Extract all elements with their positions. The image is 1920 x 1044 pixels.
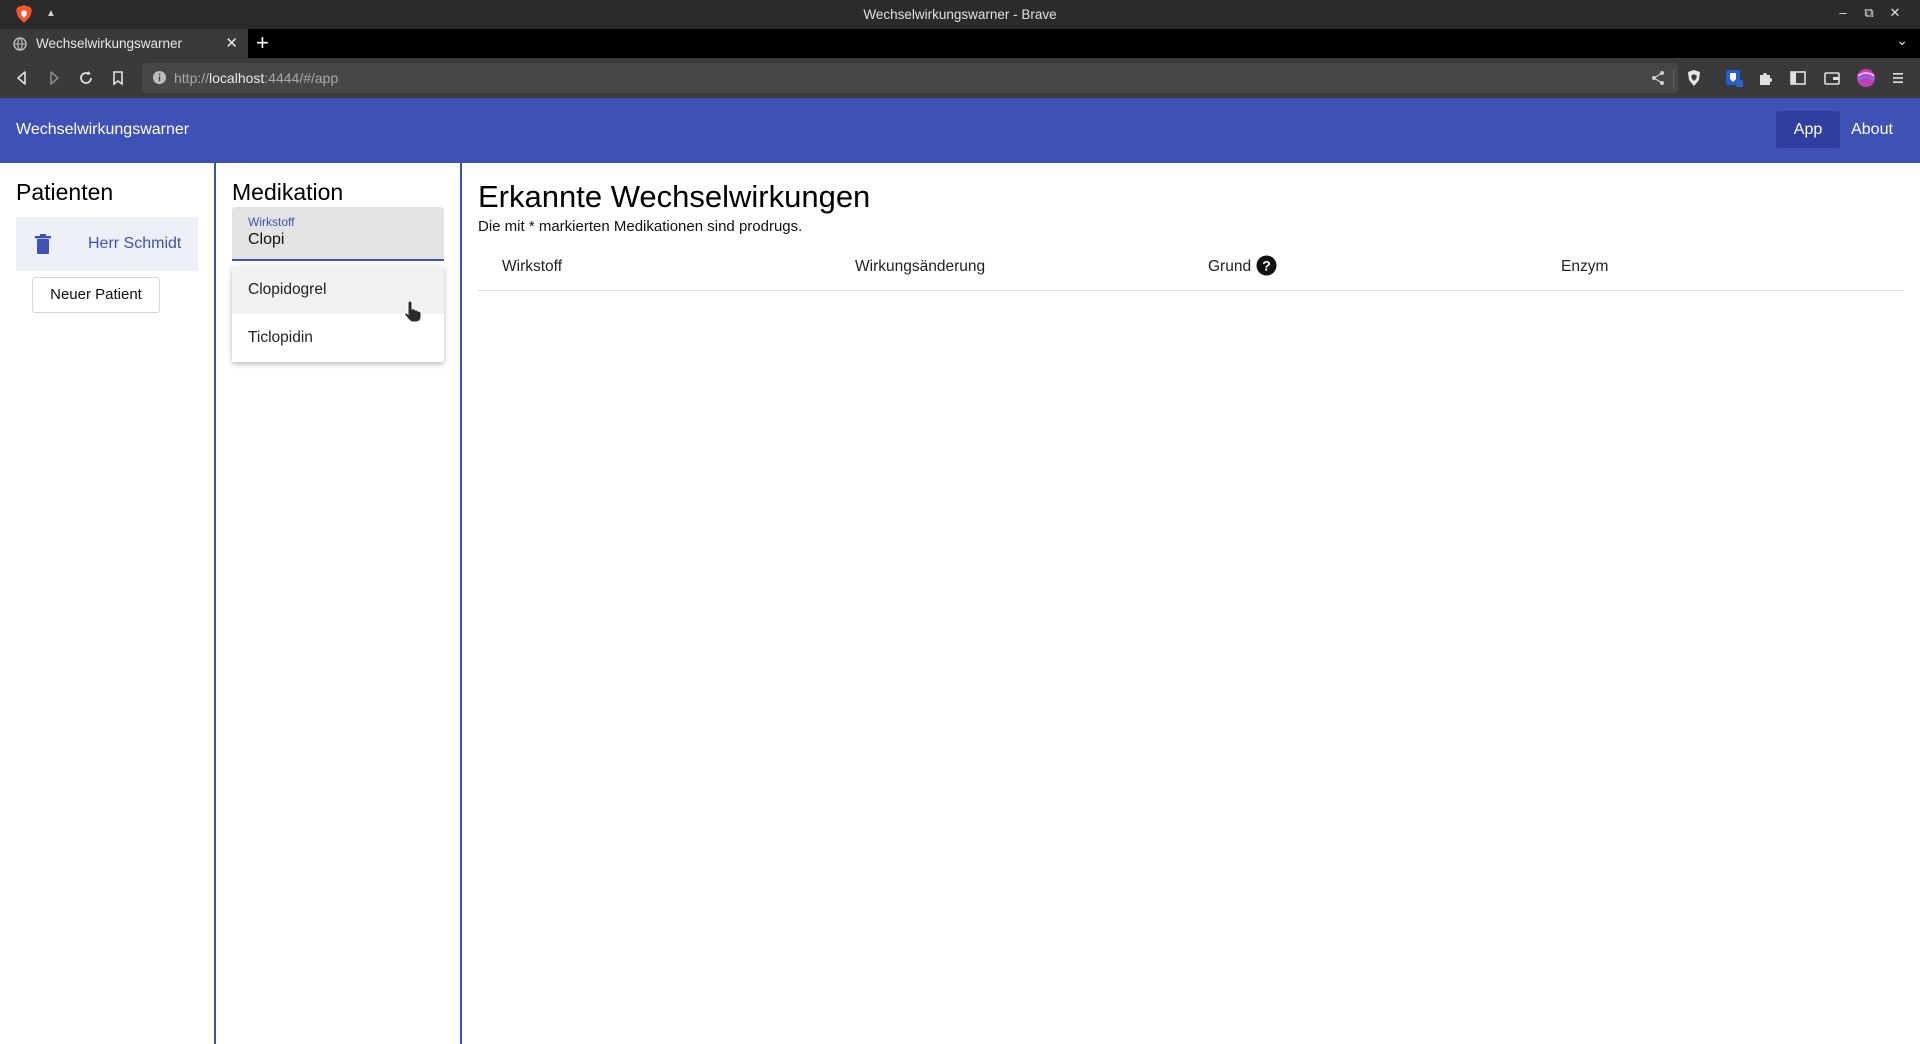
app-toolbar: Wechselwirkungswarner App About — [0, 98, 1920, 163]
share-icon[interactable] — [1650, 70, 1666, 86]
wallet-icon[interactable] — [1822, 68, 1842, 88]
minimize-icon[interactable]: – — [1834, 5, 1852, 20]
medication-heading: Medikation — [232, 179, 344, 205]
interactions-heading: Erkannte Wechselwirkungen — [478, 179, 871, 214]
url-text[interactable]: http://localhost:4444/#/app — [174, 70, 338, 86]
tab-strip: Wechselwirkungswarner ✕ + ⌄ — [0, 29, 1920, 58]
restore-icon[interactable]: ⧉ — [1860, 5, 1878, 21]
nav-about-button[interactable]: About — [1840, 111, 1904, 148]
patients-panel: Patienten Herr Schmidt Neuer Patient — [0, 163, 214, 1044]
hand-cursor-icon — [404, 300, 422, 322]
tab-active[interactable]: Wechselwirkungswarner ✕ — [0, 29, 248, 58]
brave-shields-icon[interactable] — [1684, 68, 1704, 88]
site-info-icon[interactable] — [152, 70, 167, 85]
forward-icon[interactable] — [44, 68, 64, 88]
new-patient-button[interactable]: Neuer Patient — [32, 277, 160, 313]
reload-icon[interactable] — [76, 68, 96, 88]
address-bar[interactable]: http://localhost:4444/#/app — [142, 63, 1678, 93]
tab-title: Wechselwirkungswarner — [36, 36, 183, 51]
column-header-wirkungsaenderung: Wirkungsänderung — [855, 258, 986, 275]
tab-list-chevron-icon[interactable]: ⌄ — [1896, 32, 1908, 49]
browser-toolbar: http://localhost:4444/#/app — [0, 58, 1920, 98]
substance-input[interactable] — [248, 231, 428, 249]
interactions-table-header: Wirkstoff Wirkungsänderung Grund ? Enzym — [478, 241, 1904, 291]
svg-text:?: ? — [1262, 258, 1271, 274]
patients-heading: Patienten — [16, 179, 114, 205]
window-titlebar: ▲ Wechselwirkungswarner - Brave – ⧉ ✕ — [0, 0, 1920, 29]
patient-name[interactable]: Herr Schmidt — [88, 235, 181, 253]
tab-close-icon[interactable]: ✕ — [225, 34, 238, 52]
toolbar-separator — [1673, 70, 1674, 88]
column-header-wirkstoff: Wirkstoff — [502, 258, 562, 275]
prodrug-note: Die mit * markierten Medikationen sind p… — [478, 218, 803, 235]
column-header-grund: Grund — [1208, 258, 1252, 275]
menu-hamburger-icon[interactable] — [1888, 68, 1908, 88]
bitwarden-extension-icon[interactable] — [1724, 68, 1744, 88]
substance-field[interactable]: Wirkstoff — [232, 207, 444, 261]
bookmark-icon[interactable] — [108, 68, 128, 88]
close-window-icon[interactable]: ✕ — [1886, 5, 1904, 21]
profile-avatar-icon[interactable] — [1856, 68, 1876, 88]
extensions-puzzle-icon[interactable] — [1756, 68, 1776, 88]
help-icon[interactable]: ? — [1256, 255, 1277, 276]
app-title: Wechselwirkungswarner — [16, 121, 190, 138]
new-tab-icon[interactable]: + — [256, 30, 269, 56]
back-icon[interactable] — [12, 68, 32, 88]
interactions-panel: Erkannte Wechselwirkungen Die mit * mark… — [462, 163, 1920, 1044]
nav-app-button[interactable]: App — [1776, 111, 1840, 148]
patient-list-item[interactable]: Herr Schmidt — [16, 217, 198, 271]
column-header-enzym: Enzym — [1561, 258, 1609, 275]
window-title: Wechselwirkungswarner - Brave — [863, 7, 1057, 22]
medication-panel: Medikation Wirkstoff Clopidogrel Ticlopi… — [216, 163, 460, 1044]
trash-icon[interactable] — [34, 234, 52, 254]
sidebar-icon[interactable] — [1788, 68, 1808, 88]
globe-icon — [13, 37, 27, 51]
substance-field-label: Wirkstoff — [248, 215, 295, 229]
